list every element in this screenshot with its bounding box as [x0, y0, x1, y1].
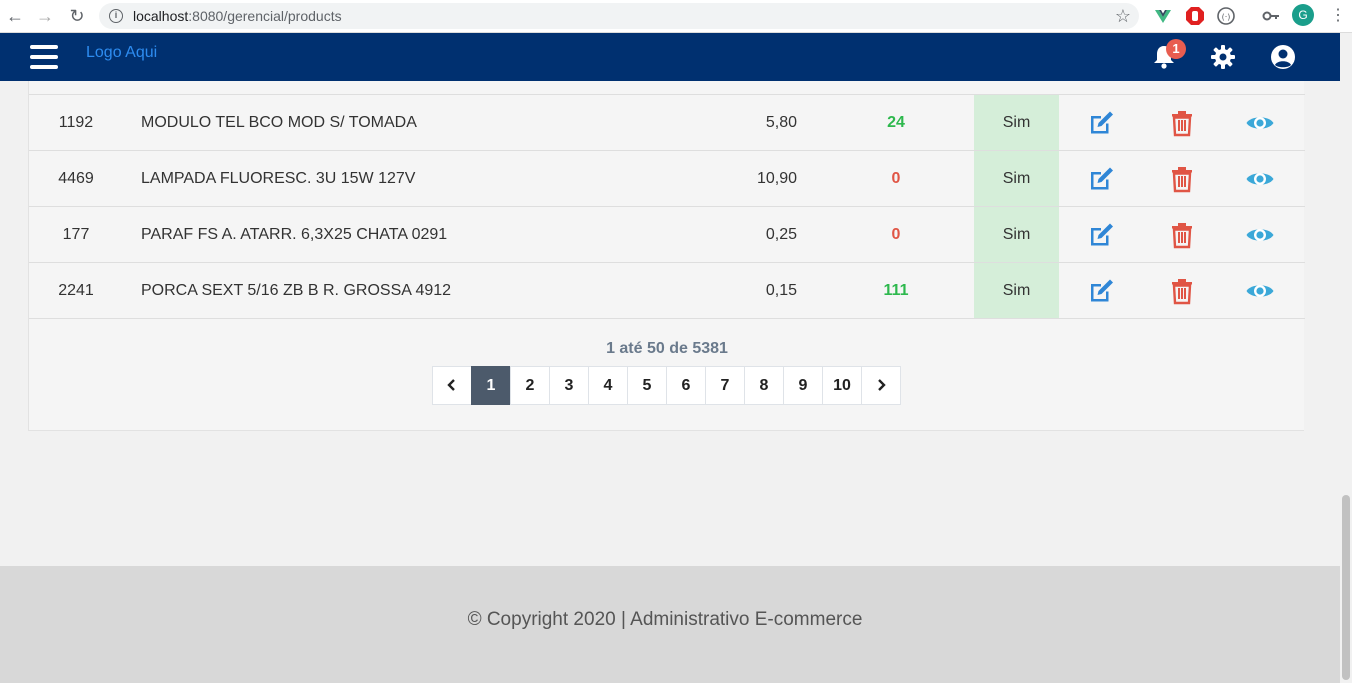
prev-page-button[interactable]: [432, 366, 472, 405]
page-button-3[interactable]: 3: [549, 366, 589, 405]
logo[interactable]: Logo Aqui: [86, 44, 157, 62]
page-button-7[interactable]: 7: [705, 366, 745, 405]
product-stock: 0: [891, 226, 901, 243]
profile-avatar[interactable]: G: [1292, 4, 1314, 26]
product-active-status: Sim: [974, 95, 1059, 150]
table-row: 2241 PORCA SEXT 5/16 ZB B R. GROSSA 4912 0…: [29, 263, 1305, 319]
forward-arrow-icon[interactable]: →: [34, 5, 56, 27]
table-row: 4469 LAMPADA FLUORESC. 3U 15W 127V 10,90 0 S…: [29, 151, 1305, 207]
table-row: 177 PARAF FS A. ATARR. 6,3X25 CHATA 0291 0…: [29, 207, 1305, 263]
svg-text:(·): (·): [1222, 13, 1231, 22]
page-button-1[interactable]: 1: [471, 366, 511, 405]
product-name: LAMPADA FLUORESC. 3U 15W 127V: [141, 170, 416, 187]
trash-icon[interactable]: [1167, 220, 1197, 250]
edit-icon[interactable]: [1086, 108, 1116, 138]
page-number-list: 1 2 3 4 5 6 7 8 9 10: [471, 366, 862, 405]
page-footer: © Copyright 2020 | Administrativo E-comm…: [0, 566, 1340, 683]
page-button-9[interactable]: 9: [783, 366, 823, 405]
key-icon[interactable]: [1260, 5, 1282, 27]
copyright-text: © Copyright 2020 | Administrativo E-comm…: [467, 609, 863, 630]
trash-icon[interactable]: [1167, 276, 1197, 306]
reload-icon[interactable]: ↻: [66, 5, 88, 27]
product-stock: 0: [891, 170, 901, 187]
notification-badge: 1: [1166, 39, 1186, 59]
product-id: 4469: [58, 170, 94, 187]
eye-icon[interactable]: [1245, 276, 1275, 306]
next-page-button[interactable]: [861, 366, 901, 405]
page-button-2[interactable]: 2: [510, 366, 550, 405]
product-active-status: Sim: [974, 151, 1059, 206]
page-button-6[interactable]: 6: [666, 366, 706, 405]
chevron-left-icon: [447, 379, 455, 391]
user-account-icon[interactable]: [1269, 43, 1297, 71]
eye-icon[interactable]: [1245, 108, 1275, 138]
product-name: MODULO TEL BCO MOD S/ TOMADA: [141, 114, 417, 131]
product-name: PORCA SEXT 5/16 ZB B R. GROSSA 4912: [141, 282, 452, 299]
product-id: 1192: [58, 114, 94, 131]
pagination: 1 2 3 4 5 6 7 8 9 10: [432, 366, 901, 405]
page-button-5[interactable]: 5: [627, 366, 667, 405]
product-price: 0,15: [765, 282, 797, 299]
edit-icon[interactable]: [1086, 276, 1116, 306]
trash-icon[interactable]: [1167, 108, 1197, 138]
vue-devtools-icon[interactable]: [1152, 5, 1174, 27]
browser-toolbar: ← → ↻ i localhost:8080/gerencial/product…: [0, 0, 1352, 33]
hamburger-menu-icon[interactable]: [30, 45, 58, 69]
gear-icon[interactable]: [1209, 43, 1237, 71]
app-header: Logo Aqui: [0, 33, 1340, 81]
edit-icon[interactable]: [1086, 164, 1116, 194]
product-active-status: Sim: [974, 207, 1059, 262]
address-bar[interactable]: i localhost:8080/gerencial/products ☆: [99, 3, 1139, 29]
url-text: localhost:8080/gerencial/products: [133, 8, 342, 24]
adblock-icon[interactable]: [1184, 5, 1206, 27]
product-id: 2241: [58, 282, 94, 299]
browser-menu-icon[interactable]: ⋮: [1330, 5, 1346, 27]
products-card: 1192 MODULO TEL BCO MOD S/ TOMADA 5,80 24 Si…: [28, 81, 1305, 431]
table-row: 1192 MODULO TEL BCO MOD S/ TOMADA 5,80 24 Si…: [29, 95, 1305, 151]
eye-icon[interactable]: [1245, 220, 1275, 250]
product-id: 177: [62, 226, 90, 243]
page-button-10[interactable]: 10: [822, 366, 862, 405]
product-active-status: Sim: [974, 263, 1059, 318]
page-button-4[interactable]: 4: [588, 366, 628, 405]
extension-icon[interactable]: (·): [1215, 5, 1237, 27]
product-price: 5,80: [765, 114, 797, 131]
pagination-summary: 1 até 50 de 5381: [606, 340, 728, 357]
info-icon[interactable]: i: [109, 9, 123, 23]
product-stock: 111: [883, 282, 909, 299]
edit-icon[interactable]: [1086, 220, 1116, 250]
trash-icon[interactable]: [1167, 164, 1197, 194]
bookmark-star-icon[interactable]: ☆: [1115, 6, 1131, 27]
back-arrow-icon[interactable]: ←: [4, 5, 26, 27]
page-button-8[interactable]: 8: [744, 366, 784, 405]
scrollbar-thumb[interactable]: [1342, 495, 1350, 680]
page-scrollbar[interactable]: [1340, 33, 1352, 683]
product-stock: 24: [887, 114, 905, 131]
product-price: 10,90: [756, 170, 797, 187]
chevron-right-icon: [878, 379, 886, 391]
product-name: PARAF FS A. ATARR. 6,3X25 CHATA 0291: [141, 226, 448, 243]
product-price: 0,25: [765, 226, 797, 243]
eye-icon[interactable]: [1245, 164, 1275, 194]
